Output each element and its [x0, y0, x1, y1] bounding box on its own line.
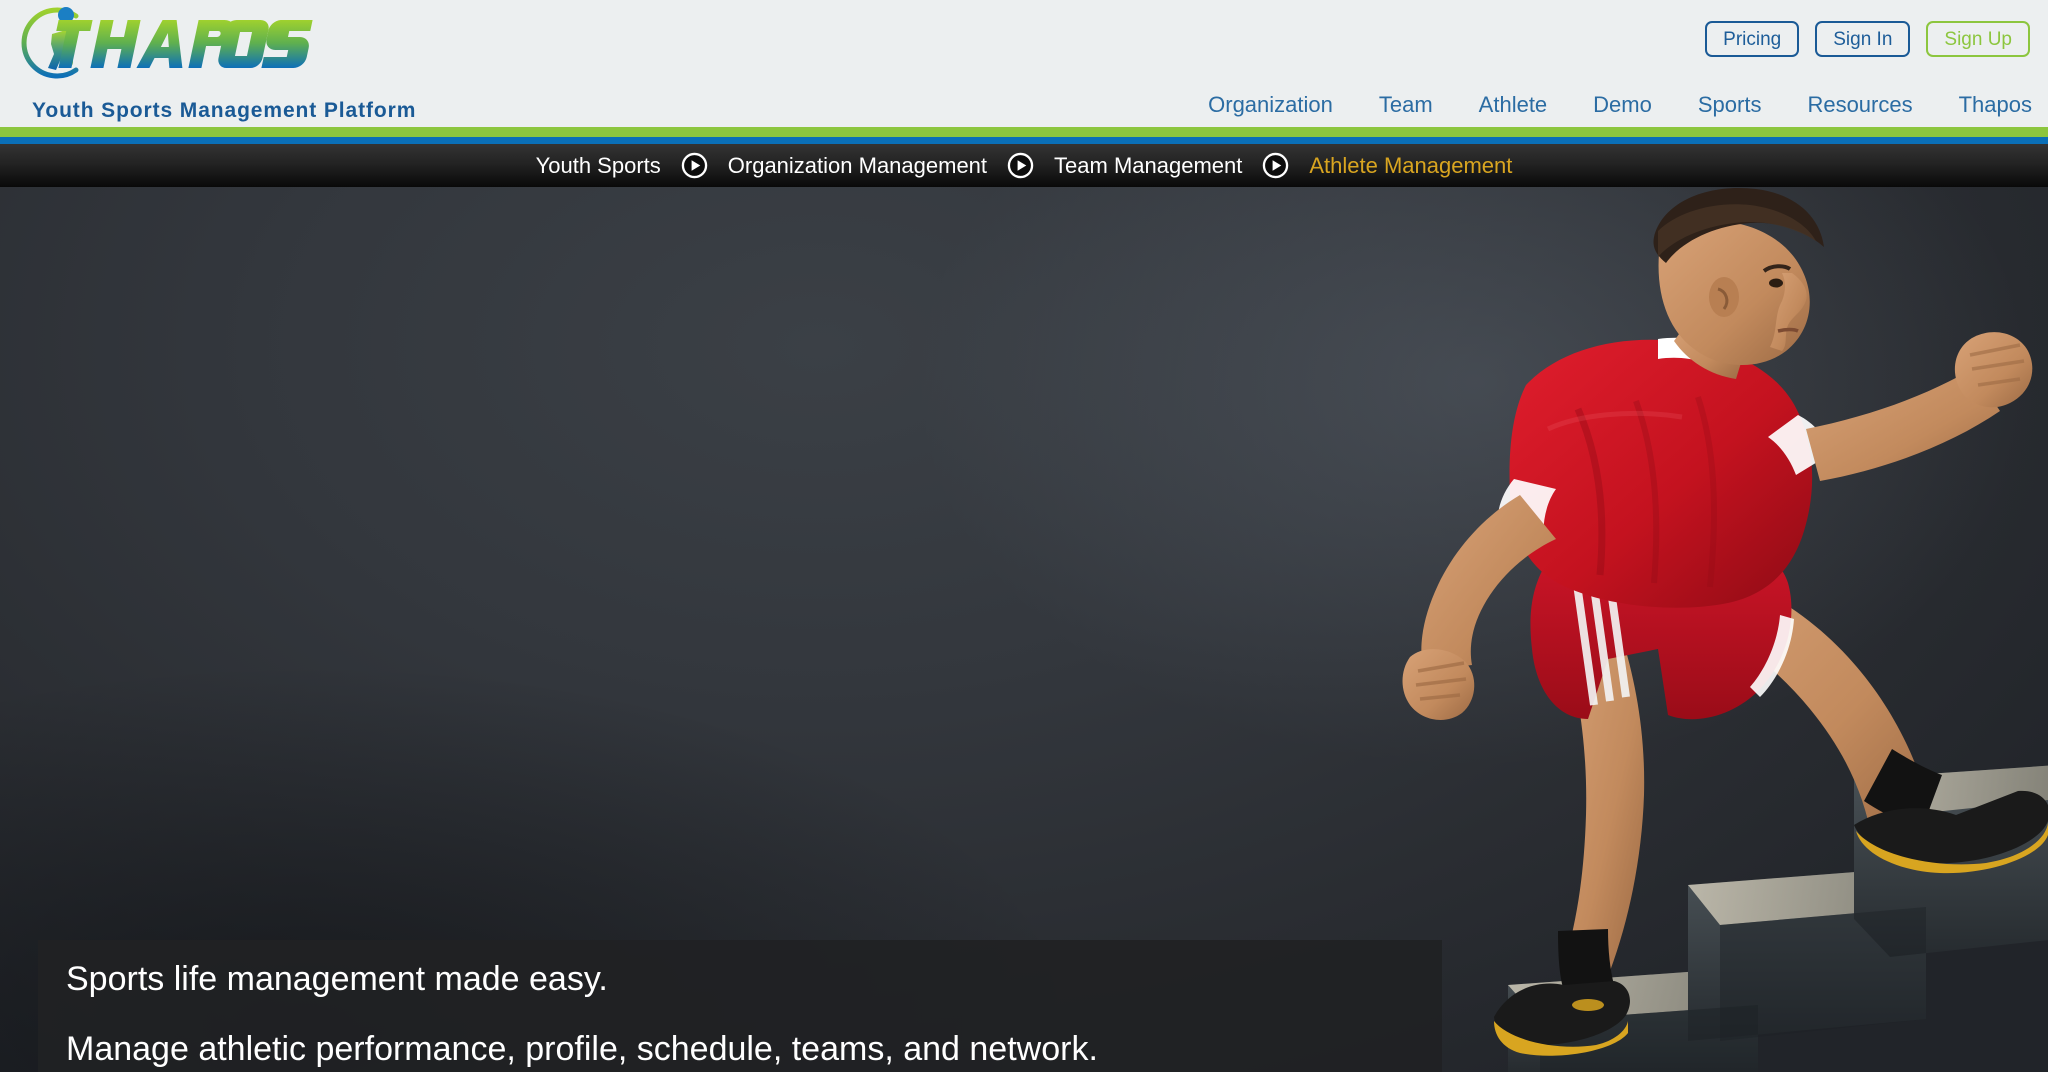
nav-item-team[interactable]: Team	[1379, 92, 1433, 118]
blue-accent-bar	[0, 137, 2048, 144]
landing-page: Youth Sports Management Platform Pricing…	[0, 0, 2048, 1072]
hero-section: Sports life management made easy. Manage…	[0, 187, 2048, 1072]
breadcrumb-bar: Youth Sports Organization Management Tea…	[0, 144, 2048, 187]
site-header: Youth Sports Management Platform Pricing…	[0, 0, 2048, 127]
play-circle-icon	[1262, 152, 1289, 179]
breadcrumb-item-athlete-management[interactable]: Athlete Management	[1309, 153, 1512, 179]
breadcrumb: Youth Sports Organization Management Tea…	[536, 152, 1512, 179]
play-circle-icon	[681, 152, 708, 179]
pricing-button[interactable]: Pricing	[1705, 21, 1800, 57]
auth-buttons: Pricing Sign In Sign Up	[1705, 21, 2030, 57]
breadcrumb-item-youth-sports[interactable]: Youth Sports	[536, 153, 661, 179]
hero-subheadline: Manage athletic performance, profile, sc…	[66, 1030, 1098, 1068]
nav-item-athlete[interactable]: Athlete	[1479, 92, 1548, 118]
nav-item-demo[interactable]: Demo	[1593, 92, 1652, 118]
thapos-logo[interactable]	[18, 4, 358, 82]
breadcrumb-item-team-management[interactable]: Team Management	[1054, 153, 1242, 179]
nav-item-thapos[interactable]: Thapos	[1959, 92, 2032, 118]
hero-headline: Sports life management made easy.	[66, 960, 608, 998]
nav-item-sports[interactable]: Sports	[1698, 92, 1762, 118]
main-navigation: Organization Team Athlete Demo Sports Re…	[1208, 92, 2032, 118]
brand-block[interactable]: Youth Sports Management Platform	[18, 4, 538, 124]
breadcrumb-item-organization-management[interactable]: Organization Management	[728, 153, 987, 179]
green-accent-bar	[0, 127, 2048, 137]
nav-item-resources[interactable]: Resources	[1807, 92, 1912, 118]
nav-item-organization[interactable]: Organization	[1208, 92, 1333, 118]
play-circle-icon	[1007, 152, 1034, 179]
front-arm	[1806, 332, 2033, 481]
jersey	[1497, 337, 1832, 608]
brand-tagline: Youth Sports Management Platform	[32, 99, 417, 122]
hero-caption-box: Sports life management made easy. Manage…	[38, 940, 1442, 1072]
sign-in-button[interactable]: Sign In	[1815, 21, 1911, 57]
sign-up-button[interactable]: Sign Up	[1926, 21, 2030, 57]
thapos-running-figure-logo-icon	[21, 7, 313, 79]
